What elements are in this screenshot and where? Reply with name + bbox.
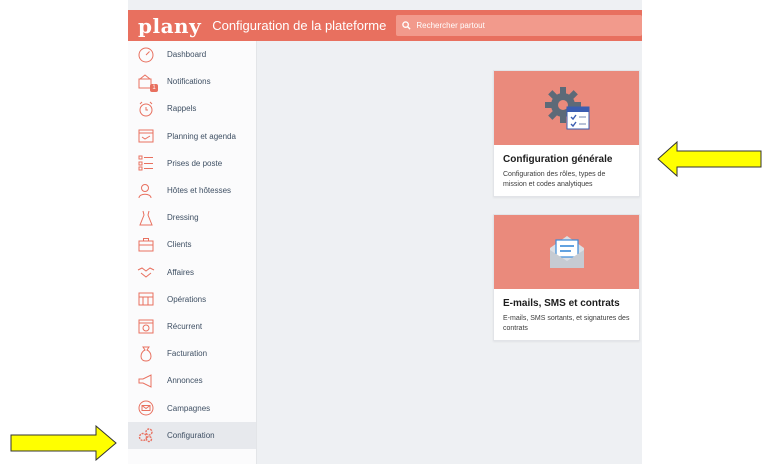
sidebar-item-configuration[interactable]: Configuration <box>128 421 256 449</box>
users-icon <box>136 182 156 200</box>
plany-logo[interactable]: plany <box>138 16 201 36</box>
sidebar-item-label: Rappels <box>167 104 197 114</box>
sidebar-item-operations[interactable]: Opérations <box>128 286 256 313</box>
sidebar-item-campagnes[interactable]: Campagnes <box>128 394 256 421</box>
handshake-icon <box>136 263 156 281</box>
recurrent-calendar-icon <box>136 317 156 335</box>
notification-badge: 1 <box>150 83 158 92</box>
search-placeholder: Rechercher partout <box>416 21 485 30</box>
sidebar-item-label: Facturation <box>167 349 208 359</box>
money-bag-icon <box>136 345 156 363</box>
gauge-icon <box>136 46 156 64</box>
notifications-icon: 1 <box>136 73 158 92</box>
sidebar-item-label: Planning et agenda <box>167 131 236 141</box>
sidebar-item-label: Prises de poste <box>167 158 223 168</box>
sidebar-item-label: Notifications <box>167 77 211 87</box>
page-title: Configuration de la plateforme <box>212 18 387 33</box>
dress-icon <box>136 209 156 227</box>
gears-icon <box>136 426 156 444</box>
sidebar-item-planning[interactable]: Planning et agenda <box>128 123 256 150</box>
card-configuration-generale[interactable]: Configuration générale Configuration des… <box>493 70 640 197</box>
sidebar-item-label: Affaires <box>167 267 194 277</box>
sidebar-item-label: Dashboard <box>167 50 207 60</box>
sidebar-item-facturation[interactable]: Facturation <box>128 340 256 367</box>
sidebar-item-prises-de-poste[interactable]: Prises de poste <box>128 150 256 177</box>
sidebar-item-label: Configuration <box>167 430 215 440</box>
operations-icon <box>136 290 156 308</box>
search-input[interactable]: Rechercher partout <box>396 15 642 36</box>
card-description: E-mails, SMS sortants, et signatures des… <box>503 315 630 332</box>
top-bar: plany Configuration de la plateforme Rec… <box>128 10 642 41</box>
megaphone-icon <box>136 372 156 390</box>
sidebar: Dashboard 1 Notifications Rappels Planni… <box>128 41 257 464</box>
sidebar-item-label: Hôtes et hôtesses <box>167 186 232 196</box>
card-description: Configuration des rôles, types de missio… <box>503 171 606 188</box>
sidebar-item-label: Campagnes <box>167 403 211 413</box>
sidebar-item-hotes[interactable]: Hôtes et hôtesses <box>128 177 256 204</box>
card-header <box>494 215 639 289</box>
checklist-icon <box>136 154 156 172</box>
sidebar-item-affaires[interactable]: Affaires <box>128 259 256 286</box>
sidebar-item-clients[interactable]: Clients <box>128 231 256 258</box>
card-title: Configuration générale <box>503 154 613 165</box>
settings-gear-calendar-icon <box>544 87 589 130</box>
card-header <box>494 71 639 145</box>
sidebar-item-annonces[interactable]: Annonces <box>128 367 256 394</box>
alarm-clock-icon <box>136 100 156 118</box>
sidebar-item-dressing[interactable]: Dressing <box>128 204 256 231</box>
annotation-arrow-card <box>657 141 762 177</box>
card-title: E-mails, SMS et contrats <box>503 298 620 309</box>
annotation-arrow-sidebar <box>10 425 117 461</box>
card-emails-sms-contrats[interactable]: E-mails, SMS et contrats E-mails, SMS so… <box>493 214 640 341</box>
calendar-icon <box>136 127 156 145</box>
sidebar-item-dashboard[interactable]: Dashboard <box>128 41 256 68</box>
sidebar-item-label: Récurrent <box>167 321 203 331</box>
sidebar-item-label: Dressing <box>167 213 199 223</box>
search-icon <box>402 21 411 30</box>
app-window: plany Configuration de la plateforme Rec… <box>128 0 642 464</box>
envelope-icon <box>549 236 584 268</box>
sidebar-item-notifications[interactable]: 1 Notifications <box>128 68 256 95</box>
sidebar-item-label: Annonces <box>167 376 203 386</box>
sidebar-item-recurrent[interactable]: Récurrent <box>128 313 256 340</box>
campaign-envelope-icon <box>136 399 156 417</box>
sidebar-item-label: Clients <box>167 240 192 250</box>
sidebar-item-label: Opérations <box>167 294 207 304</box>
briefcase-icon <box>136 236 156 254</box>
sidebar-item-rappels[interactable]: Rappels <box>128 95 256 122</box>
